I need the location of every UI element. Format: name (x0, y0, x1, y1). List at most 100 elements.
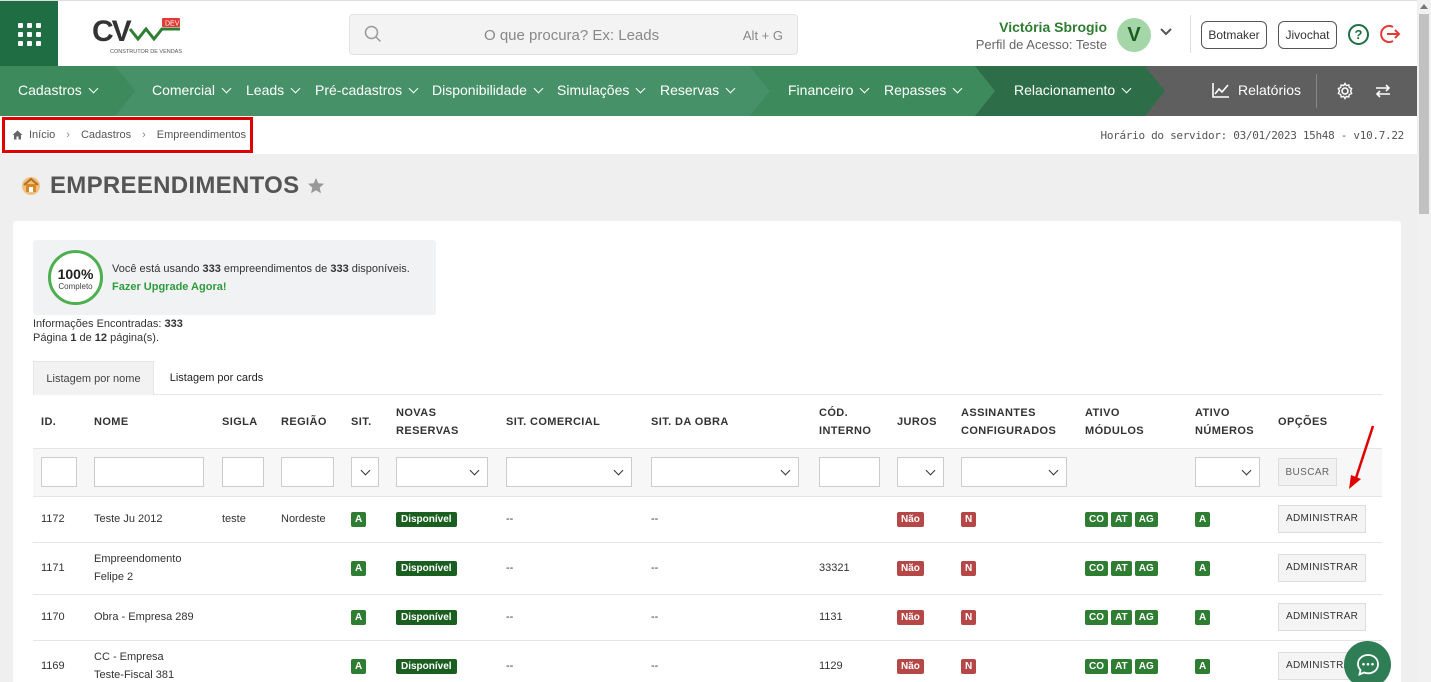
availability-badge: Disponível (396, 512, 457, 527)
page-scrollbar[interactable] (1417, 0, 1431, 682)
results-found-count: 333 (164, 318, 183, 330)
col-sigla[interactable]: SIGLA (214, 396, 273, 448)
nav-financeiro[interactable]: Financeiro (788, 82, 870, 98)
apps-menu-button[interactable] (0, 1, 58, 67)
app-logo[interactable]: CV DEV CONSTRUTOR DE VENDAS (92, 15, 184, 55)
module-badge: CO (1085, 512, 1108, 527)
search-placeholder: O que procura? Ex: Leads (484, 27, 660, 44)
botmaker-button[interactable]: Botmaker (1201, 21, 1267, 49)
col-sit-obra[interactable]: SIT. DA OBRA (643, 396, 811, 448)
chevron-down-icon (408, 83, 419, 93)
avatar[interactable]: V (1117, 18, 1151, 52)
nav-relacionamento[interactable]: Relacionamento (1014, 82, 1132, 98)
col-ativo-numeros[interactable]: ATIVO NÚMEROS (1187, 396, 1270, 448)
tab-list-by-cards[interactable]: Listagem por cards (154, 361, 279, 395)
filter-cod-input[interactable] (819, 457, 880, 487)
availability-badge: Disponível (396, 659, 457, 675)
table-row[interactable]: 1170 Obra - Empresa 289 A Disponível -- … (33, 593, 1382, 640)
cell-sit-comercial: -- (498, 639, 643, 682)
administrar-button[interactable]: ADMINISTRAR (1278, 505, 1367, 533)
cell-sit-comercial: -- (498, 495, 643, 542)
upgrade-link[interactable]: Fazer Upgrade Agora! (112, 281, 227, 293)
search-shortcut: Alt + G (742, 28, 783, 43)
nav-label: Relacionamento (1014, 82, 1116, 98)
annotation-arrow (1349, 425, 1375, 489)
usage-used: 333 (202, 263, 221, 275)
col-assin-line2: CONFIGURADOS (961, 424, 1057, 437)
filter-id-input[interactable] (41, 457, 77, 487)
logo-tag: DEV (165, 21, 180, 28)
nav-leads[interactable]: Leads (246, 82, 301, 98)
page-header: EMPREENDIMENTOS (20, 172, 325, 200)
nav-reservas[interactable]: Reservas (660, 82, 736, 98)
col-num-line1: ATIVO (1195, 406, 1230, 419)
scrollbar-thumb[interactable] (1419, 14, 1429, 214)
filter-sit-select[interactable] (351, 457, 379, 487)
logout-icon[interactable] (1379, 23, 1401, 45)
home-icon (12, 130, 23, 140)
gear-icon[interactable] (1336, 82, 1354, 100)
administrar-button[interactable]: ADMINISTRAR (1278, 554, 1367, 582)
numbers-badge: A (1195, 512, 1211, 527)
chevron-down-icon (952, 83, 963, 93)
col-sit-comercial[interactable]: SIT. COMERCIAL (498, 396, 643, 448)
col-id[interactable]: ID. (33, 396, 86, 448)
nav-comercial[interactable]: Comercial (152, 82, 232, 98)
star-icon[interactable] (307, 177, 325, 195)
filter-numeros-select[interactable] (1195, 457, 1260, 487)
nav-relatorios[interactable]: Relatórios (1212, 82, 1301, 98)
chevron-down-icon[interactable] (1160, 28, 1172, 36)
global-search[interactable]: O que procura? Ex: Leads Alt + G (349, 14, 798, 55)
nav-disponibilidade[interactable]: Disponibilidade (432, 82, 544, 98)
help-icon[interactable]: ? (1348, 24, 1369, 45)
tab-list-by-name[interactable]: Listagem por nome (33, 361, 154, 395)
nav-simulacoes[interactable]: Simulações (557, 82, 646, 98)
filter-sit-comercial-select[interactable] (506, 457, 632, 487)
col-nome[interactable]: NOME (86, 396, 214, 448)
filter-regiao-input[interactable] (281, 457, 334, 487)
chevron-down-icon (635, 83, 646, 93)
usage-progress-ring: 100% Completo (48, 250, 103, 305)
filter-assinantes-select[interactable] (961, 457, 1067, 487)
col-mod-line1: ATIVO (1085, 406, 1120, 419)
col-juros[interactable]: JUROS (889, 396, 953, 448)
cell-id: 1171 (33, 541, 86, 594)
jivochat-button[interactable]: Jivochat (1278, 21, 1337, 49)
nav-repasses[interactable]: Repasses (884, 82, 963, 98)
cell-nome: Empreendomento Felipe 2 (86, 541, 214, 594)
filter-sit-obra-select[interactable] (651, 457, 799, 487)
usage-text-c: disponíveis. (348, 263, 410, 275)
col-sit[interactable]: SIT. (343, 396, 388, 448)
chat-button[interactable] (1344, 641, 1391, 682)
user-info[interactable]: Victória Sbrogio Perfil de Acesso: Teste (976, 19, 1107, 52)
results-found-label: Informações Encontradas: (33, 318, 165, 330)
juros-badge: Não (897, 512, 924, 527)
col-assinantes[interactable]: ASSINANTES CONFIGURADOS (953, 396, 1077, 448)
col-ativo-modulos[interactable]: ATIVO MÓDULOS (1077, 396, 1187, 448)
building-icon (22, 177, 40, 195)
col-regiao[interactable]: REGIÃO (273, 396, 343, 448)
filter-sigla-input[interactable] (222, 457, 264, 487)
search-button[interactable]: BUSCAR (1278, 458, 1337, 486)
nav-pre-cadastros[interactable]: Pré-cadastros (315, 82, 419, 98)
col-cod-interno[interactable]: CÓD. INTERNO (811, 396, 889, 448)
filter-novas-select[interactable] (396, 457, 488, 487)
filter-juros-select[interactable] (897, 457, 944, 487)
scroll-up-icon[interactable] (1420, 4, 1428, 9)
breadcrumb-bar: Início › Cadastros › Empreendimentos Hor… (0, 116, 1417, 154)
table-row[interactable]: 1169 CC - Empresa Teste-Fiscal 381 A Dis… (33, 639, 1382, 682)
breadcrumb-cadastros[interactable]: Cadastros (81, 129, 131, 141)
juros-badge: Não (897, 659, 924, 675)
table-row[interactable]: 1171 Empreendomento Felipe 2 A Disponíve… (33, 541, 1382, 594)
swap-icon[interactable] (1374, 83, 1392, 99)
administrar-button[interactable]: ADMINISTRAR (1278, 603, 1367, 631)
breadcrumb-home[interactable]: Início (29, 129, 55, 141)
breadcrumb-current: Empreendimentos (156, 129, 247, 141)
table-row[interactable]: 1172 Teste Ju 2012 teste Nordeste A Disp… (33, 495, 1382, 542)
module-badge: AG (1134, 561, 1158, 576)
col-novas-reservas[interactable]: NOVAS RESERVAS (388, 396, 498, 448)
filter-nome-input[interactable] (94, 457, 204, 487)
projects-table: ID. NOME SIGLA REGIÃO SIT. NOVAS RESERVAS… (33, 396, 1382, 682)
availability-badge: Disponível (396, 561, 457, 576)
nav-cadastros[interactable]: Cadastros (18, 82, 99, 98)
